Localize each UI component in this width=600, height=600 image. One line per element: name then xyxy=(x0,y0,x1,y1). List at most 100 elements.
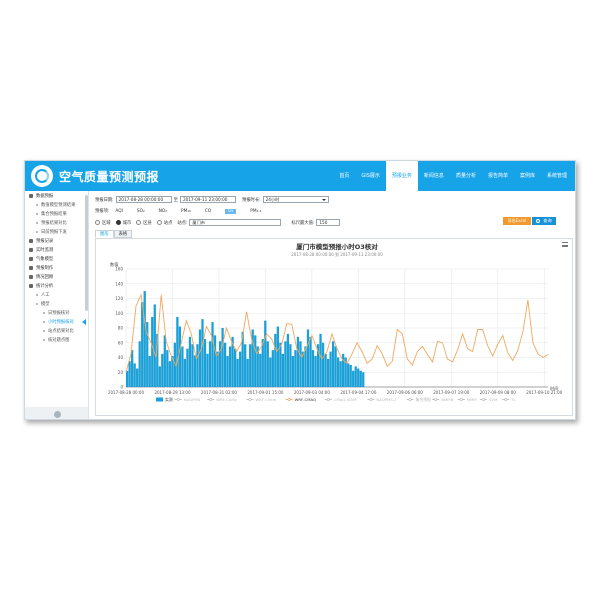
legend-item-label[interactable]: 实测 xyxy=(165,397,173,402)
chart-title: 厦门市模型预报小时O3核对 xyxy=(296,242,378,251)
nav-item-2[interactable]: 预报业务 xyxy=(385,161,418,191)
sidebar-item-7[interactable]: 气象模型 xyxy=(25,254,88,263)
nav-item-6[interactable]: 案例库 xyxy=(514,161,541,191)
legend-marker xyxy=(369,398,373,402)
nav-item-1[interactable]: GIS展示 xyxy=(355,161,386,191)
nav-item-4[interactable]: 质量分析 xyxy=(450,161,482,191)
measured-bar xyxy=(208,341,212,387)
legend-marker xyxy=(326,398,330,402)
sidebar-item-14[interactable]: 小时预报核对 xyxy=(25,317,88,326)
pollutant-option-2[interactable]: NO₂ xyxy=(159,209,167,214)
sidebar-item-1[interactable]: 数值模型预测结果 xyxy=(25,200,88,209)
y-tick-label: 20 xyxy=(118,370,124,375)
pollutant-option-0[interactable]: AQI xyxy=(115,209,123,214)
legend-item-label[interactable]: TL xyxy=(510,397,516,402)
legend-item-label[interactable]: MMM xyxy=(467,397,477,402)
sidebar-item-15[interactable]: 站点结果对比 xyxy=(25,326,88,335)
x-tick-label: 2017-09-09 08:00 xyxy=(480,390,517,395)
sidebar-item-11[interactable]: 人工 xyxy=(25,290,88,299)
measured-bar xyxy=(349,364,352,387)
chart-menu-icon[interactable] xyxy=(562,242,568,247)
x-tick-label: 2017-08-31 02:00 xyxy=(201,390,238,395)
legend-item-label[interactable]: 集合预报 xyxy=(416,397,431,402)
query-button[interactable]: 查询 xyxy=(532,217,556,225)
sidebar-item-4[interactable]: 日前预报下发 xyxy=(25,227,88,236)
chart-subtitle: 2017-08-28 00:00:00 到 2017-09-11 23:00:0… xyxy=(291,251,383,257)
legend-item-label[interactable]: NAQPMS-2 xyxy=(376,397,397,402)
pollutant-option-3[interactable]: PM₁₀ xyxy=(181,209,191,214)
period-select[interactable]: 24小时 xyxy=(262,196,329,203)
collapse-sidebar-icon[interactable] xyxy=(53,410,61,418)
sidebar-item-3[interactable]: 预报结果对比 xyxy=(25,218,88,227)
measured-bar xyxy=(309,336,312,387)
legend-item-label[interactable]: WRF-CAMx xyxy=(216,397,237,402)
sidebar-item-13[interactable]: 日预报核对 xyxy=(25,308,88,317)
start-date-input[interactable]: 2017-08-28 00:00:00 xyxy=(115,196,172,203)
legend-item-label[interactable]: WRF-Chem xyxy=(255,397,276,402)
bullet-icon xyxy=(36,221,38,224)
bullet-icon xyxy=(36,203,38,206)
measured-bar xyxy=(279,342,282,387)
scope-radio-3[interactable]: 站点 xyxy=(156,220,172,226)
tab-0[interactable]: 图形 xyxy=(95,230,114,238)
measured-bar xyxy=(331,341,335,387)
measured-bar xyxy=(352,370,355,387)
radio-icon xyxy=(115,220,121,225)
legend-item-label[interactable]: NMMB xyxy=(441,397,453,402)
pollutant-option-5[interactable]: O₃ xyxy=(225,208,237,214)
measured-bar xyxy=(176,316,179,387)
measured-bar xyxy=(306,329,310,387)
sidebar-item-10[interactable]: 统计分析 xyxy=(25,281,88,290)
sidebar-item-label: 日预报核对 xyxy=(48,310,70,316)
export-excel-button[interactable]: 导出Excel xyxy=(503,217,531,225)
tab-1[interactable]: 表格 xyxy=(113,230,133,238)
measured-bar xyxy=(196,344,199,387)
scope-radio-2[interactable]: 区县 xyxy=(136,220,152,226)
measured-bar xyxy=(193,355,197,387)
measured-bar xyxy=(339,361,342,387)
max-value-input[interactable]: 150 xyxy=(316,219,341,226)
chart-panel: 厦门市模型预报小时O3核对 2017-08-28 00:00:00 到 2017-… xyxy=(95,238,573,416)
legend-item-label[interactable]: SVM xyxy=(489,397,497,402)
area-label: 站点: xyxy=(177,220,188,226)
sidebar-item-12[interactable]: 模型 xyxy=(25,299,88,308)
sidebar-item-0[interactable]: 数据预报 xyxy=(25,191,88,200)
nav-item-5[interactable]: 报告简单 xyxy=(482,161,514,191)
measured-bar xyxy=(321,342,325,387)
legend-marker xyxy=(176,398,180,402)
measured-bar xyxy=(211,322,214,387)
measured-bar xyxy=(294,350,297,387)
end-date-input[interactable]: 2017-09-11 23:00:00 xyxy=(179,196,236,203)
sidebar-menu: 数据预报 数值模型预测结果 集合预报结果 预报结果对比 日前预报下发 预报记录 实时监测 气象… xyxy=(25,191,88,344)
nav-item-0[interactable]: 首页 xyxy=(333,161,355,191)
measured-bar xyxy=(329,351,332,387)
nav-item-7[interactable]: 系统管理 xyxy=(541,161,573,191)
x-tick-label: 2017-09-01 15:00 xyxy=(247,390,283,395)
y-tick-label: 120 xyxy=(115,296,123,301)
measured-bar xyxy=(198,329,202,387)
sidebar-item-6[interactable]: 实时监测 xyxy=(25,245,88,254)
sidebar-item-9[interactable]: 情况回顾 xyxy=(25,272,88,281)
sidebar-item-label: 核对题点图 xyxy=(48,337,70,343)
sidebar-scrollbar[interactable] xyxy=(85,195,88,311)
scope-radio-0[interactable]: 区域 xyxy=(95,220,111,226)
sidebar-item-5[interactable]: 预报记录 xyxy=(25,236,88,245)
to-label: 至 xyxy=(173,197,178,203)
pollutant-option-1[interactable]: SO₂ xyxy=(137,209,145,214)
sidebar-item-label: 日前预报下发 xyxy=(41,229,67,235)
legend-item-label[interactable]: WRF-CMAQ xyxy=(295,397,316,402)
legend-item-label[interactable]: CMAQ-ISAM xyxy=(334,397,356,402)
pollutant-option-4[interactable]: CO xyxy=(205,209,211,214)
legend-item-label[interactable]: NAQPMS xyxy=(184,397,201,402)
scope-radio-1[interactable]: 城市 xyxy=(115,220,131,226)
sidebar-item-2[interactable]: 集合预报结果 xyxy=(25,209,88,218)
nav-item-3[interactable]: 新闻信息 xyxy=(418,161,450,191)
sidebar-item-16[interactable]: 核对题点图 xyxy=(25,335,88,344)
app-window: 空气质量预测预报 首页 GIS展示 预报业务 新闻信息 质量分析 报告简单 案例库 系统管理 … xyxy=(24,160,576,420)
measured-bar xyxy=(191,344,194,387)
area-input[interactable]: 厦门市 xyxy=(189,219,282,226)
sidebar-item-8[interactable]: 预报制作 xyxy=(25,263,88,272)
measured-bar xyxy=(221,328,224,387)
measured-bar xyxy=(166,350,169,387)
pollutant-option-6[interactable]: PM₂.₅ xyxy=(250,209,261,214)
